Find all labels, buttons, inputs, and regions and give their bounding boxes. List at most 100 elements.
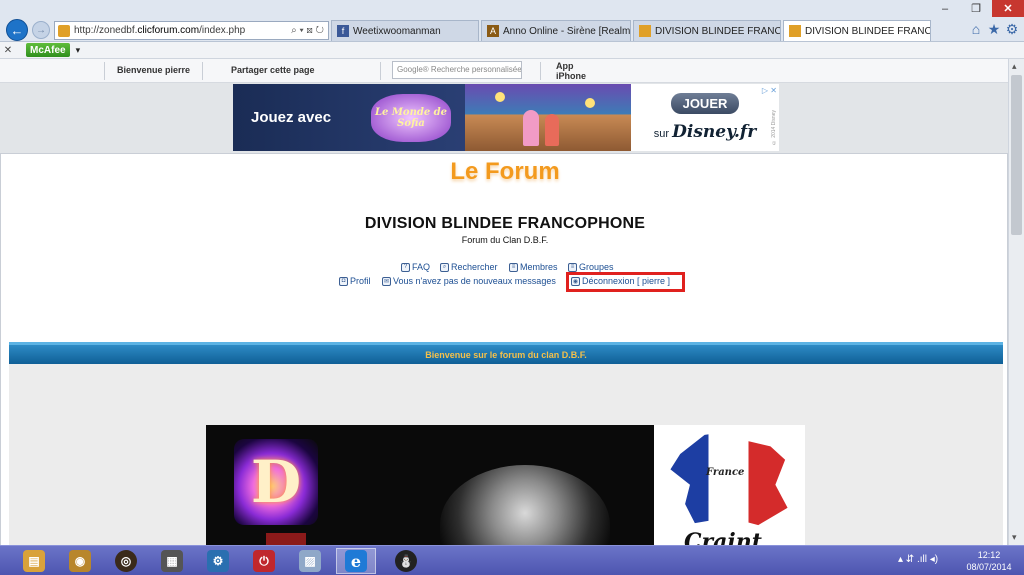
tab-facebook[interactable]: f Weetixwoomanman <box>331 20 479 41</box>
app-5-icon: ⚙ <box>207 550 229 572</box>
mcafee-toolbar: ✕ McAfee ▾ <box>0 42 1024 59</box>
tab-label: DIVISION BLINDEE FRANCOPH... <box>655 25 781 37</box>
forum-favicon-icon <box>789 25 801 37</box>
taskbar-app-3[interactable]: ◎ <box>106 548 146 574</box>
scroll-up-icon[interactable]: ▴ <box>1012 61 1017 72</box>
address-tools-icons[interactable]: ⌕ ▾ ⊠ ↻ <box>291 25 324 36</box>
windows-taskbar: ▤ ◉ ◎ ▦ ⚙ ⏻ ▨ e ⛄ ▴ ⇵ .ıll ◂) 12:12 08/0… <box>0 545 1024 575</box>
taskbar-app-internet-explorer[interactable]: e <box>336 548 376 574</box>
back-arrow-icon: ← <box>10 22 24 38</box>
forum-favicon-icon <box>639 25 651 37</box>
page-scrollbar[interactable]: ▴ ▾ <box>1008 59 1024 545</box>
tank-image <box>440 465 610 545</box>
toolbar-divider <box>380 62 381 80</box>
clan-logo-detail <box>266 533 306 545</box>
taskbar-app-file-explorer[interactable]: ▤ <box>14 548 54 574</box>
faq-link[interactable]: ? FAQ <box>401 262 430 272</box>
private-messages-link[interactable]: ✉ Vous n'avez pas de nouveaux messages <box>382 276 556 286</box>
power-icon: ⏻ <box>253 550 275 572</box>
google-search-input[interactable]: Google® Recherche personnalisée <box>392 61 522 79</box>
ad-scene-image <box>465 84 631 151</box>
welcome-banner: Bienvenue sur le forum du clan D.B.F. <box>9 342 1003 364</box>
ad-brand: sur Disney.fr <box>653 122 757 142</box>
tab-forum-1[interactable]: DIVISION BLINDEE FRANCOPH... <box>633 20 781 41</box>
disney-ad-banner[interactable]: Jouez avec Le Monde de Sofia ▷ ✕ JOUER s… <box>233 84 779 151</box>
address-bar[interactable]: http://zonedbf.clicforum.com/index.php ⌕… <box>54 21 329 40</box>
toolbar-divider <box>540 62 541 80</box>
ad-right-panel: ▷ ✕ JOUER sur Disney.fr © 2014 Disney <box>631 84 779 151</box>
help-icon: ? <box>401 262 410 272</box>
app-iphone-link[interactable]: App iPhone <box>556 61 586 81</box>
profile-link[interactable]: ◘ Profil <box>339 276 371 286</box>
file-explorer-icon: ▤ <box>23 550 45 572</box>
app-2-icon: ◉ <box>69 550 91 572</box>
forum-logo[interactable]: Le Forum <box>1 158 1008 186</box>
clock-date: 08/07/2014 <box>966 562 1012 572</box>
taskbar-app-calculator[interactable]: ▦ <box>152 548 192 574</box>
france-map-image: France Craint <box>654 425 805 545</box>
tab-label: Anno Online - Sirène [Realm 1] <box>503 25 631 37</box>
url-text[interactable]: http://zonedbf.clicforum.com/index.php <box>74 25 291 36</box>
ad-figure <box>523 110 539 146</box>
mcafee-button[interactable]: McAfee <box>26 43 70 57</box>
clock-time: 12:12 <box>977 550 1001 560</box>
facebook-icon: f <box>337 25 349 37</box>
calculator-icon: ▦ <box>161 550 183 572</box>
maximize-button[interactable]: ❐ <box>960 0 992 17</box>
members-icon: ≡ <box>509 262 518 272</box>
photos-icon: ▨ <box>299 550 321 572</box>
clan-banner-image: D <box>206 425 654 545</box>
app-9-icon: ⛄ <box>395 550 417 572</box>
tab-anno-online[interactable]: A Anno Online - Sirène [Realm 1] <box>481 20 631 41</box>
tab-forum-active[interactable]: DIVISION BLINDEE FRANCO... ✕ <box>783 20 931 41</box>
system-tray-icons[interactable]: ▴ ⇵ .ıll ◂) <box>898 554 938 565</box>
taskbar-app-2[interactable]: ◉ <box>60 548 100 574</box>
messages-icon: ✉ <box>382 276 391 286</box>
page-title: DIVISION BLINDEE FRANCOPHONE <box>364 215 646 232</box>
logout-highlight-box <box>566 272 685 292</box>
ad-left-panel: Jouez avec Le Monde de Sofia <box>233 84 465 151</box>
ad-choices-icon[interactable]: ▷ ✕ <box>762 86 777 95</box>
settings-gear-icon[interactable]: ⚙ <box>1004 21 1020 37</box>
scroll-thumb[interactable] <box>1011 75 1022 235</box>
ad-play-button[interactable]: JOUER <box>670 93 740 114</box>
mcafee-label: McAfee <box>30 44 66 56</box>
search-icon: ⌕ <box>440 262 449 272</box>
toolbar-divider <box>104 62 105 80</box>
page-viewport: Jouez avec Le Monde de Sofia ▷ ✕ JOUER s… <box>0 83 1008 545</box>
taskbar-app-power[interactable]: ⏻ <box>244 548 284 574</box>
forum-toolbar: Bienvenue pierre Partager cette page Goo… <box>0 59 1008 83</box>
back-button[interactable]: ← <box>6 19 28 41</box>
app-3-icon: ◎ <box>115 550 137 572</box>
members-link[interactable]: ≡ Membres <box>509 262 558 272</box>
tab-label: DIVISION BLINDEE FRANCO... <box>805 25 931 37</box>
home-icon[interactable]: ⌂ <box>968 21 984 37</box>
favorites-star-icon[interactable]: ★ <box>986 21 1002 37</box>
groups-link[interactable]: ≡ Groupes <box>568 262 614 272</box>
slogan-text: Craint <box>684 529 762 545</box>
ad-orb <box>495 92 505 102</box>
share-page-link[interactable]: Partager cette page <box>231 65 315 75</box>
tab-label: Weetixwoomanman <box>353 25 441 37</box>
france-label: France <box>706 467 745 478</box>
internet-explorer-icon: e <box>345 550 367 572</box>
search-link[interactable]: ⌕ Rechercher <box>440 262 498 272</box>
site-favicon-icon <box>58 24 70 37</box>
close-window-button[interactable]: ✕ <box>992 0 1024 17</box>
taskbar-clock[interactable]: 12:12 08/07/2014 <box>958 549 1020 573</box>
ad-headline: Jouez avec <box>251 109 332 126</box>
page-subtitle: Forum du Clan D.B.F. <box>461 235 549 245</box>
scroll-down-icon[interactable]: ▾ <box>1012 532 1017 543</box>
taskbar-app-photos[interactable]: ▨ <box>290 548 330 574</box>
taskbar-app-5[interactable]: ⚙ <box>198 548 238 574</box>
forward-arrow-icon: → <box>36 24 46 36</box>
clan-d-logo: D <box>234 439 318 525</box>
forward-button[interactable]: → <box>32 21 50 39</box>
minimize-button[interactable]: – <box>930 0 960 17</box>
groups-icon: ≡ <box>568 262 577 272</box>
taskbar-app-9[interactable]: ⛄ <box>386 548 426 574</box>
close-toolbar-icon[interactable]: ✕ <box>0 45 16 56</box>
welcome-user-link[interactable]: Bienvenue pierre <box>117 65 190 75</box>
chevron-down-icon[interactable]: ▾ <box>76 45 81 56</box>
anno-icon: A <box>487 25 499 37</box>
